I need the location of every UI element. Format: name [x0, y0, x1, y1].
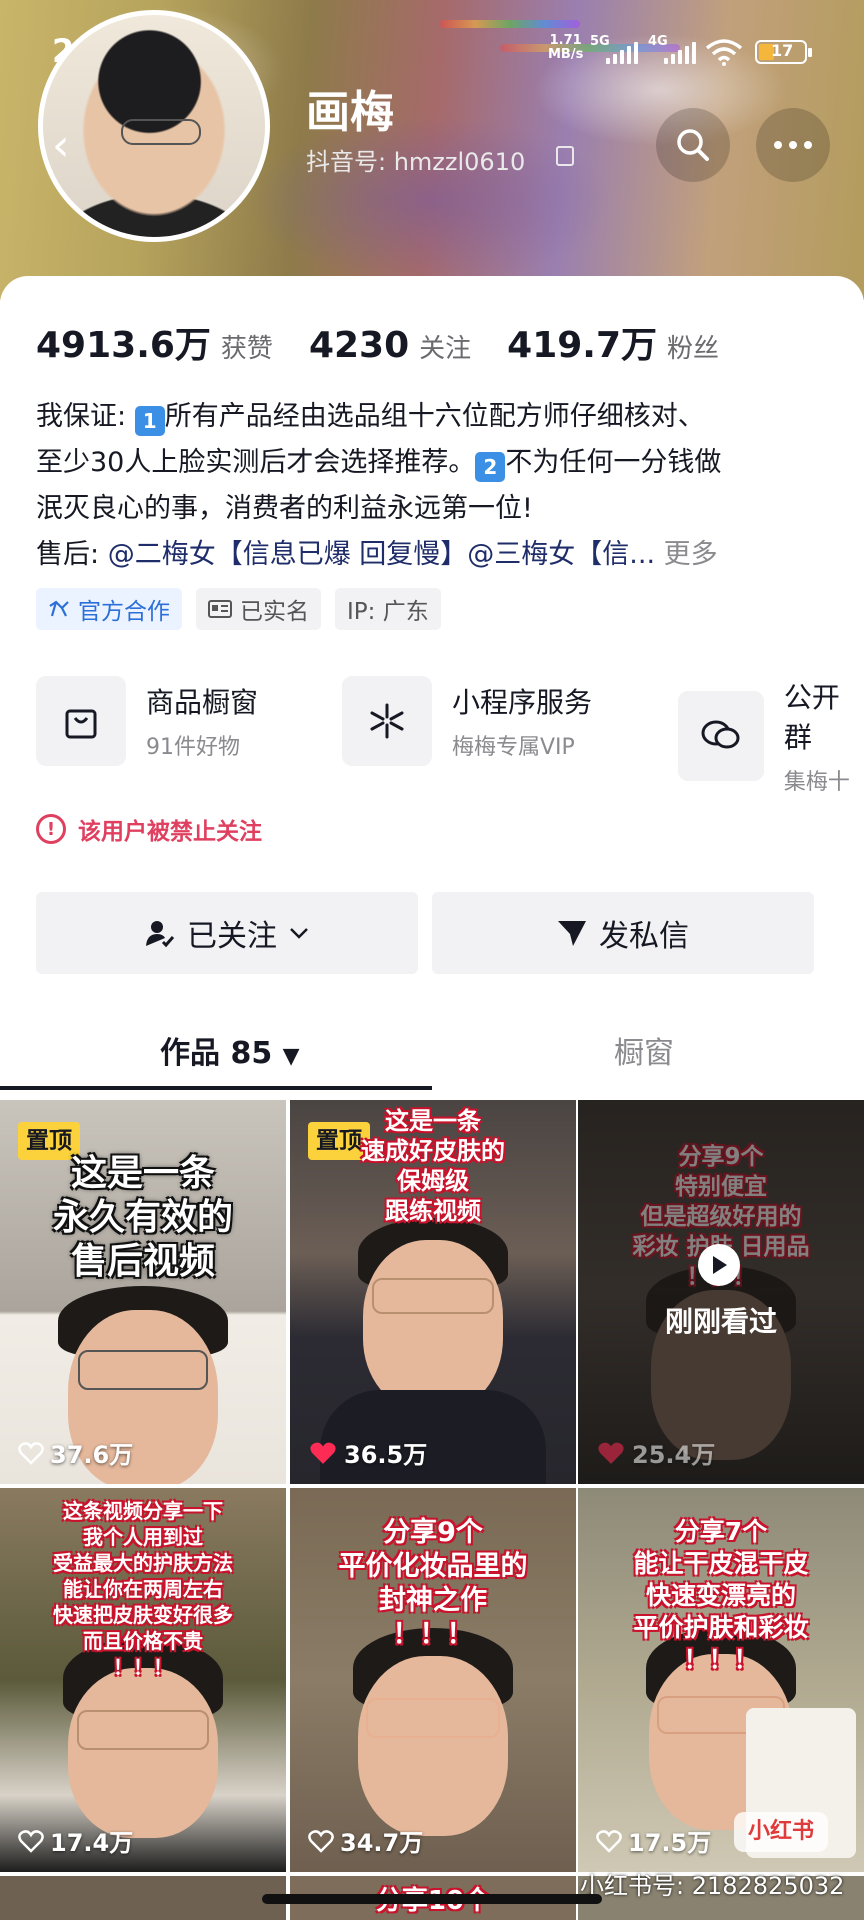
play-icon[interactable] [698, 1244, 740, 1286]
user-check-icon [146, 921, 175, 948]
profile-panel: 4913.6万 获赞 4230 关注 419.7万 粉丝 我保证: 1 所有产品经… [0, 276, 864, 1096]
signal-bars-icon [606, 42, 638, 64]
chat-bubbles-icon [701, 720, 740, 749]
likes-label: 获赞 [220, 334, 273, 364]
recently-watched-label: 刚刚看过 [664, 1305, 777, 1338]
following-label[interactable]: 关注 [419, 328, 471, 365]
more-icon [774, 141, 812, 149]
followers-label[interactable]: 粉丝 [667, 328, 719, 365]
network-speed: 1.71 MB/s [548, 33, 584, 62]
shopping-bag-icon [65, 709, 97, 739]
service-mini-program[interactable]: 小程序服务 梅梅专属VIP [342, 676, 592, 766]
video-likes: 17.4万 [18, 1823, 133, 1858]
signal-bars-icon [664, 42, 696, 64]
send-icon [558, 921, 586, 946]
douyin-id: 抖音号: hmzzl0610 [306, 148, 526, 176]
heart-outline-icon [18, 1829, 44, 1853]
video-card[interactable]: 置顶 这是一条 速成好皮肤的 保姆级 跟练视频 36.5万 [290, 1100, 576, 1484]
heart-filled-icon [310, 1442, 336, 1464]
heart-outline-icon [596, 1829, 622, 1853]
video-likes: 36.5万 [308, 1435, 427, 1470]
xiaohongshu-watermark: 小红书 [734, 1812, 829, 1852]
service-public-group[interactable]: 公开群 集梅十 [678, 676, 864, 796]
send-message-button[interactable]: 发私信 [432, 892, 814, 974]
number-one-icon: 1 [134, 406, 165, 436]
search-icon [677, 129, 709, 161]
battery-icon: 17 [755, 40, 812, 64]
video-card[interactable]: 分享9个特别便宜但是超级好用的彩妆 护肤 日用品！！！ 25.4万 [578, 1100, 864, 1484]
wifi-icon [705, 39, 743, 66]
warning-icon: ! [36, 814, 66, 844]
video-caption: 这是一条 速成好皮肤的 保姆级 跟练视频 [361, 1107, 505, 1225]
video-card[interactable]: 置顶 这是一条 永久有效的 售后视频 37.6万 [0, 1100, 286, 1484]
number-two-icon: 2 [475, 452, 506, 482]
profile-name: 画梅 [306, 87, 394, 138]
bio: 我保证: 1 所有产品经由选品组十六位配方师仔细核对、 至少30人上脸实测后才会选… [36, 401, 722, 570]
watermark-id: 小红书号: 2182825032 [580, 1872, 845, 1900]
following-count[interactable]: 4230 [309, 325, 409, 366]
content-tabs: 作品 85 ▼ 橱窗 [0, 1004, 864, 1088]
follow-banned-notice: ! 该用户被禁止关注 [36, 812, 262, 846]
tab-works[interactable]: 作品 85 ▼ [160, 1028, 300, 1072]
tag-verified-name: 已实名 [196, 588, 321, 630]
video-likes: 17.5万 [596, 1823, 711, 1858]
chevron-down-icon [290, 928, 308, 939]
bio-mentions[interactable]: @二梅女【信息已爆 回复慢】@三梅女【信... [108, 539, 655, 570]
video-caption: 分享7个 能让干皮混干皮 快速变漂亮的 平价护肤和彩妆！！！ [633, 1517, 809, 1674]
likes-count: 4913.6万 [36, 325, 211, 366]
heart-outline-icon [18, 1441, 44, 1465]
video-likes: 37.6万 [18, 1435, 133, 1470]
search-button[interactable] [656, 108, 730, 182]
video-card[interactable]: 这条视频分享一下 我个人用到过 受益最大的护肤方法 能让你在两周左右 快速把皮肤变好很多… [0, 1488, 286, 1872]
asterisk-icon [370, 703, 404, 739]
video-likes: 25.4万 [596, 1435, 715, 1470]
bio-more-link[interactable]: 更多 [664, 539, 718, 570]
service-shop-window[interactable]: 商品橱窗 91件好物 [36, 676, 258, 766]
heart-outline-icon [308, 1829, 334, 1853]
followers-count[interactable]: 419.7万 [507, 316, 657, 368]
tag-ip-location: IP: 广东 [335, 588, 441, 630]
video-caption: 分享9个 平价化妆品里的 封神之作！！！ [338, 1517, 528, 1650]
video-card[interactable] [0, 1876, 286, 1920]
more-button[interactable] [756, 108, 830, 182]
video-likes: 34.7万 [308, 1823, 423, 1858]
stats-row: 4913.6万 获赞 4230 关注 419.7万 粉丝 [36, 316, 755, 368]
id-card-icon [208, 600, 232, 618]
tab-shop-window[interactable]: 橱窗 [614, 1028, 674, 1072]
copy-icon[interactable] [556, 146, 574, 166]
video-grid: 置顶 这是一条 永久有效的 售后视频 37.6万 置顶 这是一条 速成好皮肤的 保姆级跟… [0, 1100, 864, 1920]
followed-button[interactable]: 已关注 [36, 892, 418, 974]
heart-filled-icon [598, 1442, 624, 1464]
profile-tags: 官方合作 已实名 IP: 广东 [36, 588, 441, 630]
video-caption: 这是一条 永久有效的 售后视频 [52, 1153, 233, 1282]
tab-underline [0, 1086, 432, 1090]
video-card[interactable]: 分享9个 平价化妆品里的 封神之作！！！ 34.7万 [290, 1488, 576, 1872]
caret-down-icon: ▼ [282, 1044, 300, 1069]
video-caption: 这条视频分享一下 我个人用到过 受益最大的护肤方法 能让你在两周左右 快速把皮肤变好很多… [53, 1499, 233, 1679]
battery-level: 17 [771, 41, 794, 60]
profile-screen: 2:53 1.71MB/s 5G 4G 17 ‹ 画梅 抖音号: hmzzl06… [0, 0, 864, 1920]
tag-official-cooperation[interactable]: 官方合作 [36, 588, 182, 630]
home-indicator[interactable] [262, 1894, 602, 1904]
handshake-icon [49, 600, 69, 617]
back-icon[interactable]: ‹ [52, 124, 92, 172]
